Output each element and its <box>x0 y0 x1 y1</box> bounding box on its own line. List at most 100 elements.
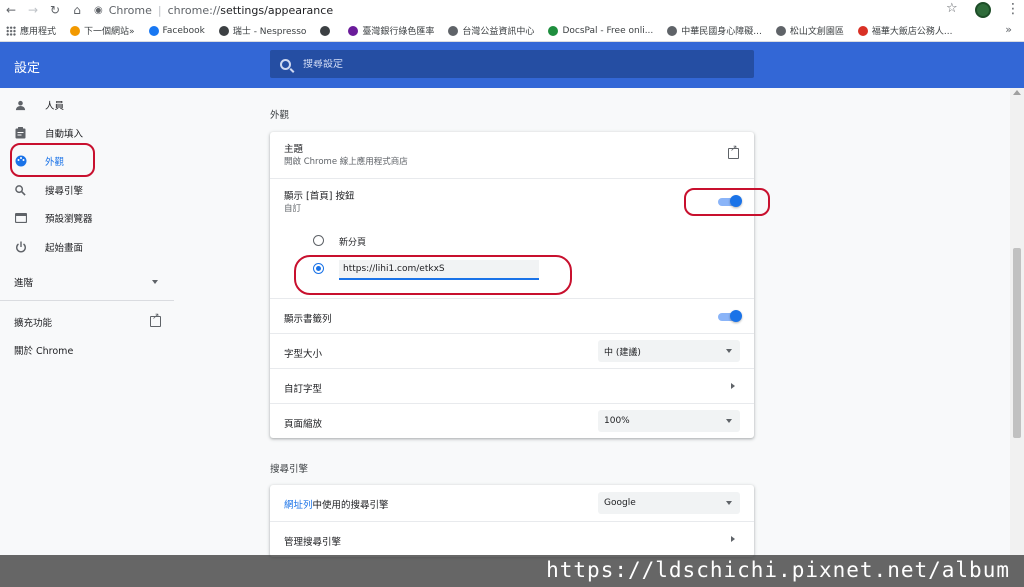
chevron-down-icon <box>726 419 732 423</box>
bookmark-item[interactable]: 台灣公益資訊中心 <box>448 24 534 37</box>
home-button-title: 顯示 [首頁] 按鈕 <box>284 191 355 202</box>
theme-title: 主題 <box>284 144 304 155</box>
bookmark-item[interactable]: 應用程式 <box>6 24 56 37</box>
radio-new-tab-label: 新分頁 <box>339 238 367 248</box>
search-icon <box>14 184 27 197</box>
search-engine-card: 網址列中使用的搜尋引擎 Google 管理搜尋引擎 <box>270 485 754 557</box>
page-title: 設定 <box>14 61 41 76</box>
sidebar-item-label: 自動填入 <box>45 129 84 140</box>
bookmark-label: 應用程式 <box>20 27 57 37</box>
bookmark-favicon-icon <box>448 25 459 36</box>
search-engine-row: 網址列中使用的搜尋引擎 Google <box>270 485 754 521</box>
watermark-bar: https://ldschichi.pixnet.net/album <box>0 555 1024 587</box>
power-icon <box>14 241 27 254</box>
bookmark-favicon-icon <box>857 25 868 36</box>
bookmark-favicon-icon <box>218 25 229 36</box>
site-info-icon[interactable]: ◉ <box>94 5 103 16</box>
settings-search[interactable] <box>270 50 754 78</box>
reload-icon[interactable]: ↻ <box>44 0 66 20</box>
bookmark-label: 中華民國身心障礙... <box>681 27 762 37</box>
sidebar-about-chrome[interactable]: 關於 Chrome <box>0 338 174 362</box>
watermark-text: https://ldschichi.pixnet.net/album <box>546 558 1010 582</box>
custom-fonts-title: 自訂字型 <box>284 384 323 395</box>
bookmarks-bar-row[interactable]: 顯示書籤列 <box>270 299 754 333</box>
annotation-circle-toggle <box>684 188 770 216</box>
font-size-select[interactable]: 中 (建議) <box>598 340 740 362</box>
scrollbar-thumb[interactable] <box>1013 248 1021 438</box>
bookmark-label: 臺灣銀行綠色匯率 <box>362 27 435 37</box>
bookmark-item[interactable]: DocsPal - Free onli... <box>548 25 654 36</box>
bookmark-favicon-icon <box>667 25 678 36</box>
address-bar-link[interactable]: 網址列 <box>284 500 313 511</box>
chevron-down-icon <box>152 280 158 284</box>
bookmark-label: 福華大飯店公務人... <box>871 27 953 37</box>
radio-new-tab[interactable] <box>313 235 324 246</box>
home-icon[interactable]: ⌂ <box>66 0 88 20</box>
annotation-circle-url <box>294 255 572 295</box>
bookmark-label: Facebook <box>162 25 205 36</box>
bookmark-label: DocsPal - Free onli... <box>562 25 654 36</box>
search-engine-title-suffix: 中使用的搜尋引擎 <box>312 500 389 511</box>
clipboard-icon <box>14 127 27 140</box>
bookmark-item[interactable]: 松山文創園區 <box>775 24 844 37</box>
open-in-new-icon[interactable] <box>728 144 739 159</box>
sidebar-item-search-engine[interactable]: 搜尋引擎 <box>0 178 174 202</box>
bookmark-favicon-icon <box>70 25 81 36</box>
home-button-subtitle: 自訂 <box>284 204 302 214</box>
bookmark-favicon-icon <box>775 25 786 36</box>
page-zoom-select[interactable]: 100% <box>598 410 740 432</box>
browser-icon <box>14 212 27 225</box>
page-scrollbar[interactable] <box>1010 88 1024 587</box>
page-zoom-row: 頁面縮放 100% <box>270 404 754 438</box>
bookmark-item[interactable]: 臺灣銀行綠色匯率 <box>348 24 434 37</box>
omnibox-separator: | <box>157 3 162 17</box>
bookmark-item[interactable]: Facebook <box>148 25 205 36</box>
custom-fonts-row[interactable]: 自訂字型 <box>270 369 754 403</box>
sidebar-advanced[interactable]: 進階 <box>0 270 174 294</box>
profile-avatar[interactable] <box>975 2 991 18</box>
bookmark-item[interactable]: 中華民國身心障礙... <box>667 24 762 37</box>
sidebar-item-label: 預設瀏覽器 <box>45 214 93 225</box>
sidebar-item-on-startup[interactable]: 起始畫面 <box>0 235 174 259</box>
bookmark-label: 台灣公益資訊中心 <box>462 27 535 37</box>
bookmark-item[interactable]: 福華大飯店公務人... <box>857 24 953 37</box>
site-label: Chrome <box>108 3 152 17</box>
search-input[interactable] <box>303 58 723 70</box>
bookmark-favicon-icon <box>320 25 331 36</box>
bookmark-star-icon[interactable]: ☆ <box>946 1 958 16</box>
advanced-label: 進階 <box>14 278 34 289</box>
scroll-up-arrow-icon[interactable] <box>1013 90 1021 95</box>
sidebar-item-autofill[interactable]: 自動填入 <box>0 121 174 145</box>
manage-search-engines-row[interactable]: 管理搜尋引擎 <box>270 522 754 557</box>
back-arrow-icon[interactable]: ← <box>0 0 22 20</box>
bookmark-item[interactable] <box>320 25 334 36</box>
bookmark-item[interactable]: 瑞士 - Nespresso <box>218 24 306 37</box>
sidebar-item-label: 搜尋引擎 <box>45 186 84 197</box>
toggle-knob <box>730 310 742 322</box>
address-bar[interactable]: ◉ Chrome | chrome://settings/appearance <box>94 1 964 19</box>
sidebar-extensions[interactable]: 擴充功能 <box>0 310 174 334</box>
manage-search-engines-title: 管理搜尋引擎 <box>284 537 342 548</box>
sidebar-item-people[interactable]: 人員 <box>0 93 174 117</box>
bookmark-label: 松山文創園區 <box>789 27 844 37</box>
theme-row[interactable]: 主題 開啟 Chrome 線上應用程式商店 <box>270 132 754 178</box>
search-icon <box>280 58 291 70</box>
extensions-label: 擴充功能 <box>14 318 53 329</box>
bookmarks-bar-toggle[interactable] <box>718 310 742 324</box>
forward-arrow-icon[interactable]: → <box>22 0 44 20</box>
font-size-value: 中 (建議) <box>604 347 641 358</box>
url-text: chrome://settings/appearance <box>168 4 333 17</box>
search-engine-select[interactable]: Google <box>598 492 740 514</box>
appearance-section-title: 外觀 <box>270 110 290 121</box>
browser-menu-icon[interactable]: ⋮ <box>1006 2 1020 16</box>
bookmark-item[interactable]: 下一個網站» <box>70 24 135 37</box>
sidebar-divider <box>0 300 174 301</box>
bookmarks-overflow-icon[interactable]: » <box>1005 23 1012 36</box>
sidebar-item-default-browser[interactable]: 預設瀏覽器 <box>0 206 174 230</box>
search-engine-title: 網址列中使用的搜尋引擎 <box>284 497 389 511</box>
font-size-title: 字型大小 <box>284 349 323 360</box>
chevron-right-icon <box>731 536 735 542</box>
sidebar-item-label: 起始畫面 <box>45 243 84 254</box>
chevron-down-icon <box>726 501 732 505</box>
bookmark-favicon-icon <box>548 25 559 36</box>
